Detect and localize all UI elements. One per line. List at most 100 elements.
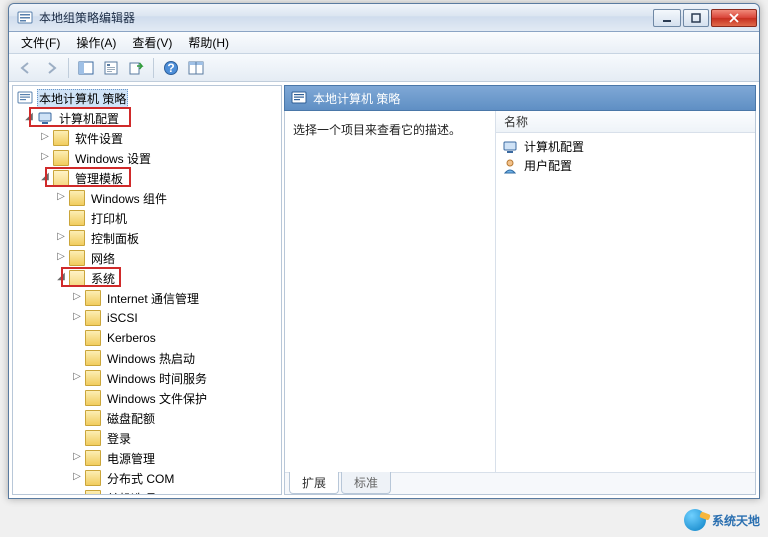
folder-icon: [53, 150, 69, 166]
forward-button[interactable]: [40, 57, 62, 79]
tab-standard[interactable]: 标准: [341, 472, 391, 494]
tree-admin-templates[interactable]: ◢ 管理模板: [15, 168, 279, 188]
tree-label: 打印机: [89, 210, 129, 227]
expand-icon[interactable]: [71, 492, 83, 495]
tree-label: Windows 组件: [89, 190, 169, 207]
collapse-icon[interactable]: ◢: [55, 272, 67, 284]
expand-icon[interactable]: ▷: [55, 252, 67, 264]
folder-icon: [85, 390, 101, 406]
expand-icon[interactable]: [71, 332, 83, 344]
computer-icon: [502, 139, 518, 155]
details-pane: 本地计算机 策略 选择一个项目来查看它的描述。 名称 计算机配置: [284, 85, 756, 495]
expand-icon[interactable]: [55, 212, 67, 224]
tree-dcom[interactable]: ▷ 分布式 COM: [15, 468, 279, 488]
expand-icon[interactable]: ▷: [71, 372, 83, 384]
policy-tree: 本地计算机 策略 ◢ 计算机配置 ▷软件设置 ▷Windows 设置 ◢ 管理模板…: [13, 86, 281, 495]
user-icon: [502, 158, 518, 174]
toolbar-separator: [153, 58, 154, 78]
details-header: 本地计算机 策略: [284, 85, 756, 111]
menu-action[interactable]: 操作(A): [68, 32, 124, 53]
menubar: 文件(F) 操作(A) 查看(V) 帮助(H): [9, 32, 759, 54]
menu-help[interactable]: 帮助(H): [180, 32, 237, 53]
expand-icon[interactable]: [71, 392, 83, 404]
collapse-icon[interactable]: ◢: [39, 172, 51, 184]
expand-icon[interactable]: [71, 352, 83, 364]
list-item-computer-config[interactable]: 计算机配置: [500, 137, 751, 156]
tree-label: 管理模板: [73, 170, 125, 187]
folder-icon: [69, 210, 85, 226]
tree-shutdown-opts[interactable]: 关机选项: [15, 488, 279, 495]
svg-text:?: ?: [167, 61, 174, 75]
export-button[interactable]: [125, 57, 147, 79]
list-pane: 名称 计算机配置 用户配置: [495, 111, 755, 472]
tree-windows-settings[interactable]: ▷Windows 设置: [15, 148, 279, 168]
tree-computer-config[interactable]: ◢ 计算机配置: [15, 108, 279, 128]
folder-icon: [85, 370, 101, 386]
expand-icon[interactable]: ▷: [39, 152, 51, 164]
maximize-button[interactable]: [683, 9, 709, 27]
description-text: 选择一个项目来查看它的描述。: [293, 123, 461, 137]
tree-label: 分布式 COM: [105, 470, 176, 487]
titlebar[interactable]: 本地组策略编辑器: [9, 4, 759, 32]
tree-windows-time[interactable]: ▷Windows 时间服务: [15, 368, 279, 388]
tree-power[interactable]: ▷ 电源管理: [15, 448, 279, 468]
tree-windows-fileprotect[interactable]: Windows 文件保护: [15, 388, 279, 408]
show-hide-tree-button[interactable]: [75, 57, 97, 79]
watermark: 系统天地: [684, 509, 760, 531]
tree-label: 关机选项: [105, 490, 157, 496]
folder-icon: [69, 190, 85, 206]
tree-system[interactable]: ◢系统: [15, 268, 279, 288]
computer-icon: [37, 110, 53, 126]
description-pane: 选择一个项目来查看它的描述。: [285, 111, 495, 472]
tree-label: 电源管理: [105, 450, 157, 467]
back-button[interactable]: [15, 57, 37, 79]
expand-icon[interactable]: ▷: [55, 232, 67, 244]
tree-label: 计算机配置: [57, 110, 121, 127]
tree-network[interactable]: ▷网络: [15, 248, 279, 268]
tree-disk-quota[interactable]: 磁盘配额: [15, 408, 279, 428]
item-list: 计算机配置 用户配置: [496, 133, 755, 179]
tree-internet-comm[interactable]: ▷Internet 通信管理: [15, 288, 279, 308]
details-body: 选择一个项目来查看它的描述。 名称 计算机配置 用户配置: [284, 111, 756, 495]
collapse-icon[interactable]: ◢: [23, 112, 35, 124]
menu-view[interactable]: 查看(V): [124, 32, 180, 53]
policy-icon: [291, 90, 307, 106]
folder-icon: [85, 430, 101, 446]
policy-icon: [17, 90, 33, 106]
tree-windows-components[interactable]: ▷ Windows 组件: [15, 188, 279, 208]
tree-iscsi[interactable]: ▷iSCSI: [15, 308, 279, 328]
tree-printers[interactable]: 打印机: [15, 208, 279, 228]
tree-label: 本地计算机 策略: [37, 89, 128, 108]
folder-icon: [85, 350, 101, 366]
content-body: 本地计算机 策略 ◢ 计算机配置 ▷软件设置 ▷Windows 设置 ◢ 管理模板…: [9, 82, 759, 498]
expand-icon[interactable]: [71, 412, 83, 424]
menu-file[interactable]: 文件(F): [13, 32, 68, 53]
list-item-user-config[interactable]: 用户配置: [500, 156, 751, 175]
expand-icon[interactable]: ▷: [39, 132, 51, 144]
expand-icon[interactable]: ▷: [71, 312, 83, 324]
help-button[interactable]: ?: [160, 57, 182, 79]
tree-control-panel[interactable]: ▷控制面板: [15, 228, 279, 248]
tree-kerberos[interactable]: Kerberos: [15, 328, 279, 348]
tree-software-settings[interactable]: ▷软件设置: [15, 128, 279, 148]
item-label: 计算机配置: [524, 138, 584, 155]
tree-root[interactable]: 本地计算机 策略: [15, 88, 279, 108]
tab-label: 扩展: [302, 476, 326, 490]
minimize-button[interactable]: [653, 9, 681, 27]
expand-icon[interactable]: ▷: [71, 452, 83, 464]
toolbar-separator: [68, 58, 69, 78]
expand-icon[interactable]: ▷: [71, 472, 83, 484]
column-header-name[interactable]: 名称: [496, 111, 755, 133]
tab-extended[interactable]: 扩展: [289, 472, 339, 494]
filter-button[interactable]: [185, 57, 207, 79]
tree-logon[interactable]: 登录: [15, 428, 279, 448]
close-button[interactable]: [711, 9, 757, 27]
tree-pane[interactable]: 本地计算机 策略 ◢ 计算机配置 ▷软件设置 ▷Windows 设置 ◢ 管理模板…: [12, 85, 282, 495]
expand-icon[interactable]: [71, 432, 83, 444]
expand-icon[interactable]: ▷: [71, 292, 83, 304]
folder-icon: [69, 230, 85, 246]
expand-icon[interactable]: ▷: [55, 192, 67, 204]
tree-windows-hotstart[interactable]: Windows 热启动: [15, 348, 279, 368]
properties-button[interactable]: [100, 57, 122, 79]
folder-icon: [85, 410, 101, 426]
